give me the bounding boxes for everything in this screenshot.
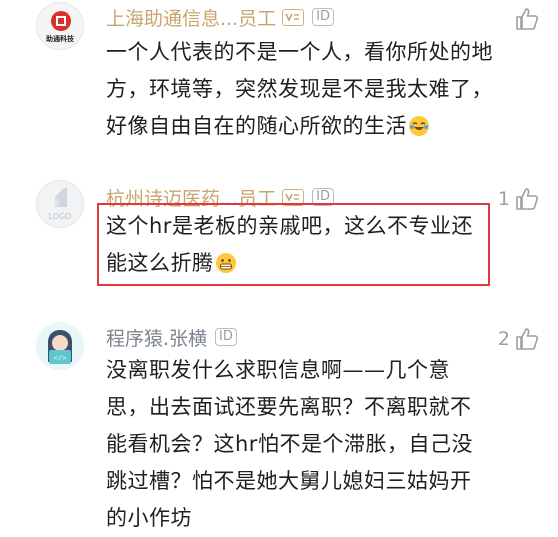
id-badge: ID xyxy=(312,8,334,26)
like-button[interactable] xyxy=(510,6,540,32)
programmer-avatar-icon: </> xyxy=(48,330,72,364)
comment-text: 没离职发什么求职信息啊——几个意思，出去面试还要先离职？不离职就不能看机会？这h… xyxy=(106,352,481,537)
author-name[interactable]: 程序猿.张横 xyxy=(106,324,207,351)
avatar[interactable]: </> xyxy=(36,322,84,370)
avatar-text: LOGO xyxy=(48,212,72,221)
thumbs-up-icon xyxy=(516,188,538,210)
avatar-text: 助通科技 xyxy=(46,35,74,43)
like-count: 2 xyxy=(497,328,510,350)
id-badge: ID xyxy=(215,328,237,346)
comment-item: 助通科技 上海助通信息...员工 ID 一个人代表的不是一个人，看你所处的地方，… xyxy=(0,0,558,160)
like-count: 1 xyxy=(497,188,510,210)
thumbs-up-icon xyxy=(516,328,538,350)
avatar[interactable]: 助通科技 xyxy=(36,2,84,50)
highlight-box xyxy=(97,203,490,286)
avatar[interactable]: LOGO xyxy=(36,180,84,228)
comment-body: 一个人代表的不是一个人，看你所处的地方，环境等，突然发现是不是我太难了，好像自由… xyxy=(106,40,493,138)
verified-icon xyxy=(282,8,305,26)
svg-text:</>: </> xyxy=(54,354,67,362)
author-name[interactable]: 上海助通信息...员工 xyxy=(106,4,276,31)
like-button[interactable]: 1 xyxy=(498,186,540,212)
comment-header: 程序猿.张横 ID xyxy=(106,323,237,351)
comment-body: 没离职发什么求职信息啊——几个意思，出去面试还要先离职？不离职就不能看机会？这h… xyxy=(106,358,473,530)
like-button[interactable]: 2 xyxy=(498,326,540,352)
comment-item: </> 程序猿.张横 ID 2 没离职发什么求职信息啊——几个意思，出去面试还要… xyxy=(0,320,558,530)
crying-laughing-emoji-icon xyxy=(409,116,429,136)
thumbs-up-icon xyxy=(516,8,538,30)
comment-text: 一个人代表的不是一个人，看你所处的地方，环境等，突然发现是不是我太难了，好像自由… xyxy=(106,34,496,145)
comment-header: 上海助通信息...员工 ID xyxy=(106,3,334,31)
